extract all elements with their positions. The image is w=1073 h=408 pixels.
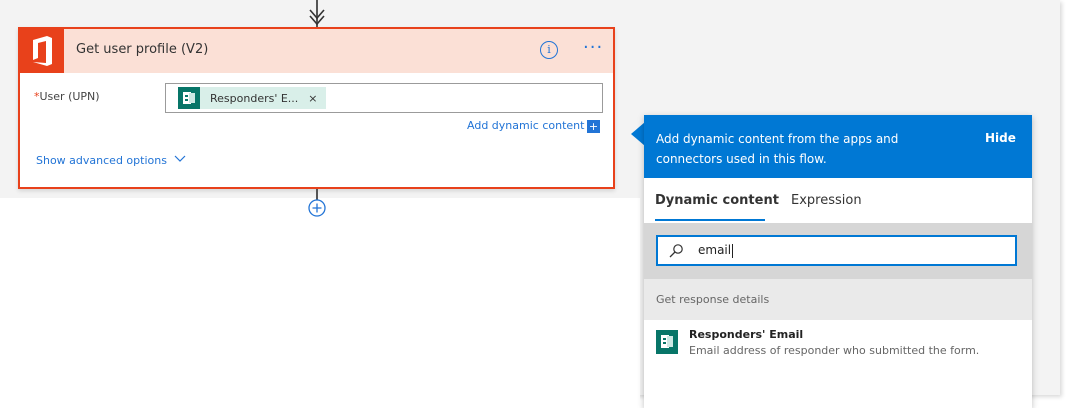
search-input-value[interactable]: email: [698, 243, 734, 258]
result-title: Responders' Email: [689, 328, 804, 341]
canvas-lower-area: [0, 198, 640, 408]
info-icon[interactable]: i: [540, 41, 558, 59]
hide-button[interactable]: Hide: [985, 131, 1016, 145]
add-dynamic-content-icon[interactable]: +: [587, 120, 600, 133]
user-upn-label-text: User (UPN): [39, 90, 100, 103]
arrow-down-icon: [309, 9, 325, 26]
user-upn-input[interactable]: Responders' E... ×: [165, 83, 603, 113]
chevron-down-icon[interactable]: [174, 153, 186, 165]
text-caret: [732, 243, 734, 258]
list-item[interactable]: Responders' Email Email address of respo…: [644, 320, 1032, 370]
add-step-icon[interactable]: [307, 198, 327, 218]
remove-token-icon[interactable]: ×: [308, 92, 317, 105]
add-dynamic-content-link[interactable]: Add dynamic content: [467, 119, 584, 132]
office-logo-icon: [20, 29, 64, 73]
tab-dynamic-content[interactable]: Dynamic content: [655, 193, 779, 208]
search-area: email: [644, 223, 1032, 279]
result-description: Email address of responder who submitted…: [689, 344, 980, 357]
token-label: Responders' E...: [210, 91, 299, 105]
dynamic-token[interactable]: Responders' E... ×: [178, 87, 326, 109]
search-value-text: email: [698, 243, 732, 257]
show-advanced-options-link[interactable]: Show advanced options: [36, 154, 167, 167]
flyout-header: Add dynamic content from the apps and co…: [644, 115, 1032, 178]
action-card-title: Get user profile (V2): [76, 42, 209, 57]
dynamic-content-flyout: Add dynamic content from the apps and co…: [644, 115, 1032, 408]
flyout-pointer: [631, 122, 645, 146]
forms-icon: [178, 87, 200, 109]
search-icon: [669, 244, 683, 258]
active-tab-indicator: [655, 219, 765, 221]
action-card-header[interactable]: Get user profile (V2) i ···: [20, 29, 613, 73]
section-header: Get response details: [644, 279, 1032, 320]
more-options-icon[interactable]: ···: [583, 37, 603, 58]
action-card-get-user-profile[interactable]: Get user profile (V2) i ··· *User (UPN) …: [18, 27, 615, 189]
section-label: Get response details: [656, 293, 770, 306]
tab-expression[interactable]: Expression: [791, 193, 862, 208]
user-upn-label: *User (UPN): [34, 90, 100, 103]
search-input[interactable]: email: [656, 235, 1017, 266]
flyout-header-text: Add dynamic content from the apps and co…: [656, 132, 899, 166]
forms-icon: [656, 330, 678, 354]
